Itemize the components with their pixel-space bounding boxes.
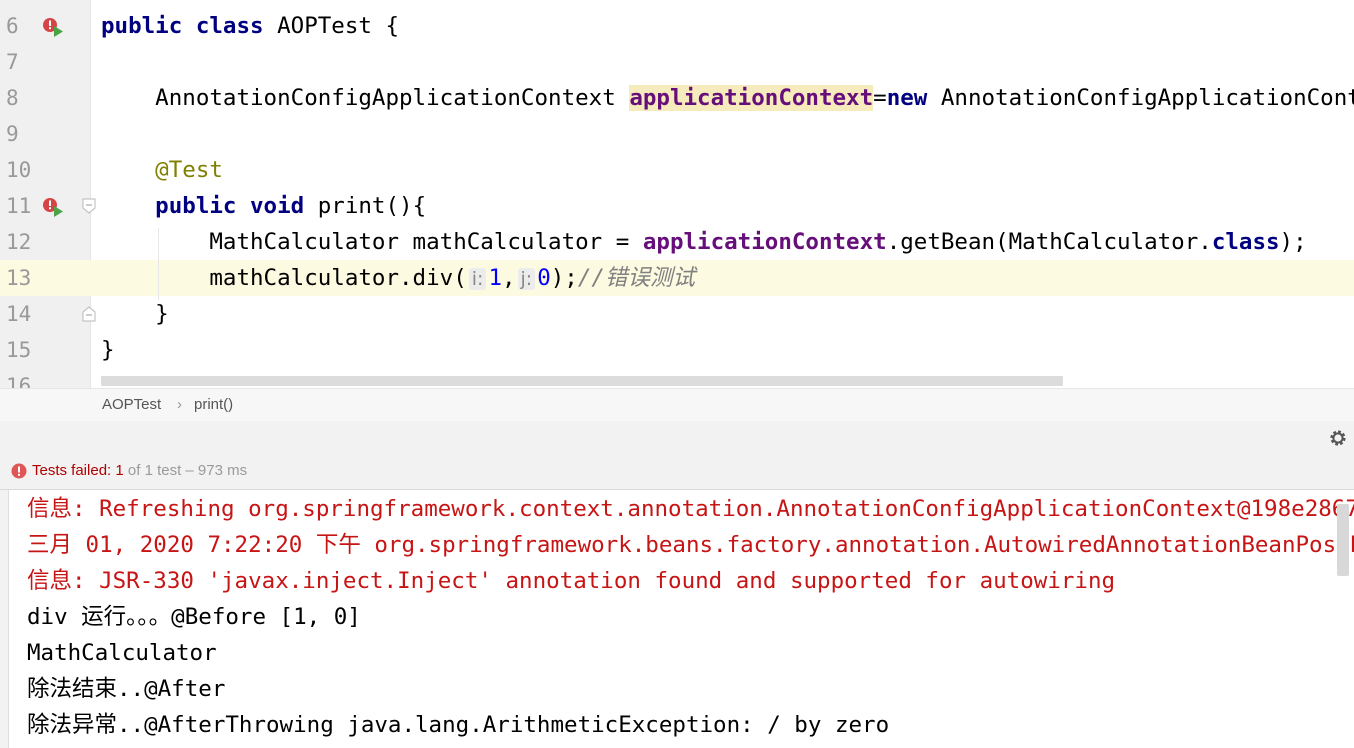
line-number: 11 [6,194,32,218]
code-token: } [101,301,169,327]
code-token: applicationContext [642,229,887,255]
gutter-cell: 13 [0,260,90,296]
gutter-cell: 8 [0,80,90,116]
code-token: } [101,337,115,363]
line-number: 6 [6,14,19,38]
console-line: 信息: JSR-330 'javax.inject.Inject' annota… [27,568,1116,594]
code-token: @Test [101,157,223,183]
code-text: } [101,332,115,368]
code-token: ); [550,265,578,291]
code-token: .getBean(MathCalculator. [886,229,1212,255]
code-line[interactable]: 10 @Test [0,152,1354,188]
code-text: } [101,296,169,332]
code-token: AOPTest { [263,13,400,39]
test-status-text: Tests failed: 1 of 1 test – 973 ms [32,453,247,489]
console-line: 除法异常..@AfterThrowing java.lang.Arithmeti… [27,712,890,738]
code-token: applicationContext [629,85,874,111]
line-number: 16 [6,374,32,388]
gutter-cell: 15 [0,332,90,368]
breadcrumb-item-class[interactable]: AOPTest [102,389,161,421]
gutter-cell: 7 [0,44,90,80]
indent-guide [158,228,159,300]
code-line[interactable]: 15} [0,332,1354,368]
code-text: @Test [101,152,223,188]
code-token: print(){ [304,193,427,219]
parameter-hint: i: [468,268,487,290]
code-line[interactable]: 14 } [0,296,1354,332]
code-token: , [501,265,516,291]
console-line: 除法结束..@After [27,676,226,702]
code-token: new [886,85,928,111]
code-token: ); [1279,229,1307,255]
code-text: AnnotationConfigApplicationContext appli… [101,80,1354,116]
console-line: div 运行。。。@Before [1, 0] [27,604,361,630]
line-number: 8 [6,86,19,110]
gutter-cell: 11 [0,188,96,224]
gutter-cell: 9 [0,116,90,152]
run-test-icon[interactable] [42,197,64,219]
code-text: MathCalculator mathCalculator = applicat… [101,224,1307,260]
gutter-cell: 16 [0,368,90,388]
console-line: MathCalculator [27,640,217,666]
code-line[interactable]: 12 MathCalculator mathCalculator = appli… [0,224,1354,260]
code-token: mathCalculator.div( [101,265,467,291]
code-line[interactable]: 8 AnnotationConfigApplicationContext app… [0,80,1354,116]
line-number: 9 [6,122,19,146]
fold-marker-icon[interactable] [82,306,96,322]
code-token: class [1211,229,1280,255]
console-line: 三月 01, 2020 7:22:20 下午 org.springframewo… [27,532,1354,558]
code-text: public void print(){ [101,188,426,224]
code-line[interactable]: 7 [0,44,1354,80]
line-number: 13 [6,266,32,290]
error-icon [11,463,27,479]
code-line[interactable]: 11 public void print(){ [0,188,1354,224]
gear-icon[interactable] [1328,428,1348,448]
code-editor[interactable]: 6 public class AOPTest { 7 8 AnnotationConf… [0,0,1354,388]
code-line[interactable]: 6 public class AOPTest { [0,8,1354,44]
line-number: 7 [6,50,19,74]
breadcrumb-separator: › [177,396,182,413]
code-line[interactable]: 13 mathCalculator.div(i: 1, j: 0);//错误测试 [0,260,1354,296]
line-number: 15 [6,338,32,362]
tests-detail: of 1 test – 973 ms [123,462,248,479]
tests-failed-label: Tests failed: 1 [32,462,124,479]
code-text: mathCalculator.div(i: 1, j: 0);//错误测试 [101,260,695,297]
code-token: //错误测试 [577,265,695,291]
test-status-bar: Tests failed: 1 of 1 test – 973 ms [0,453,1354,490]
console-left-strip [0,490,9,748]
code-token: AnnotationConfigApplicationContext [101,85,630,111]
breadcrumb: AOPTest › print() [0,388,1354,422]
console-output[interactable]: 信息: Refreshing org.springframework.conte… [0,490,1354,748]
gutter-cell: 14 [0,296,96,332]
code-token: public class [101,13,264,39]
code-token: = [873,85,887,111]
code-token: 1 [488,265,502,291]
gutter-cell: 10 [0,152,90,188]
line-number: 10 [6,158,32,182]
console-vertical-scrollbar[interactable] [1337,504,1349,576]
line-number: 14 [6,302,32,326]
fold-marker-icon[interactable] [82,198,96,214]
code-text: public class AOPTest { [101,8,399,44]
code-token: AnnotationConfigApplicationContext(MainC… [940,85,1354,111]
gutter-cell: 6 [0,8,90,44]
run-toolbar [0,421,1354,453]
code-token: public void [101,193,305,219]
code-line[interactable]: 9 [0,116,1354,152]
parameter-hint: j: [517,268,536,290]
code-token: MathCalculator mathCalculator = [101,229,643,255]
code-token: 0 [537,265,551,291]
line-number: 12 [6,230,32,254]
horizontal-scrollbar[interactable] [101,376,1063,386]
gutter-cell: 12 [0,224,90,260]
run-test-icon[interactable] [42,17,64,39]
breadcrumb-item-method[interactable]: print() [194,389,233,421]
console-line: 信息: Refreshing org.springframework.conte… [27,496,1354,522]
